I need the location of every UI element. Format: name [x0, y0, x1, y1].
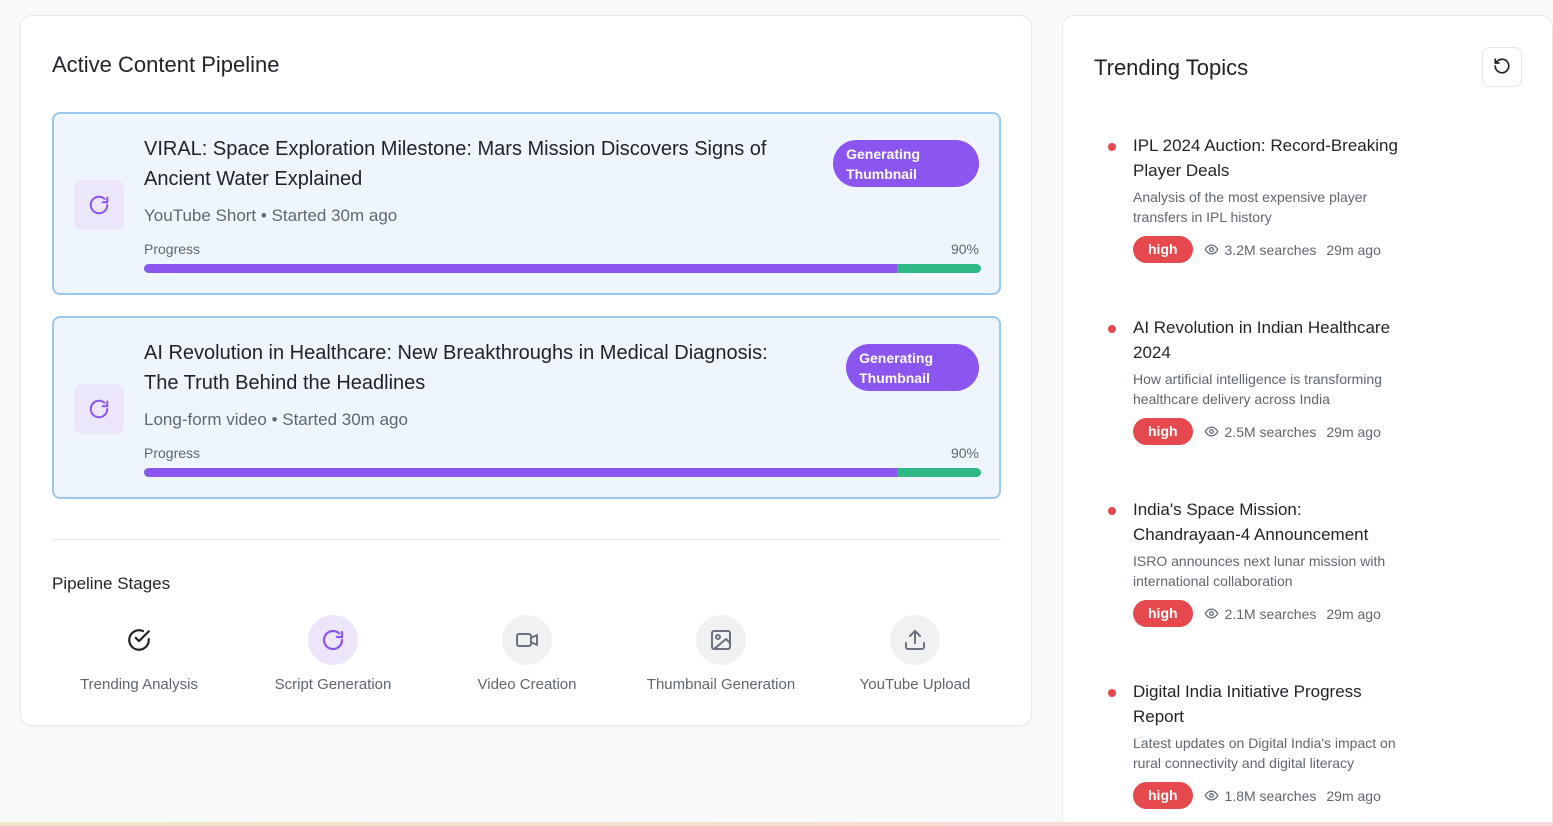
topic-time: 29m ago	[1326, 423, 1381, 440]
stage-thumbnail-generation: Thumbnail Generation	[624, 615, 818, 693]
priority-dot	[1108, 143, 1116, 151]
eye-icon	[1204, 788, 1219, 803]
refresh-icon	[1493, 57, 1511, 78]
priority-dot	[1108, 689, 1116, 697]
topic-title: Digital India Initiative Progress Report	[1133, 682, 1362, 726]
priority-badge: high	[1133, 236, 1193, 263]
stage-label: YouTube Upload	[859, 676, 971, 693]
eye-icon	[1204, 606, 1219, 621]
job-meta: YouTube Short • Started 30m ago	[144, 206, 398, 225]
topic-time: 29m ago	[1326, 605, 1381, 622]
search-count: 2.5M searches	[1224, 423, 1317, 440]
image-icon	[696, 615, 746, 665]
pipeline-job[interactable]: VIRAL: Space Exploration Milestone: Mars…	[52, 112, 1001, 295]
refresh-button[interactable]	[1482, 47, 1522, 87]
stage-youtube-upload: YouTube Upload	[818, 615, 1012, 693]
video-icon	[502, 615, 552, 665]
divider	[52, 539, 1001, 540]
progress-label: Progress	[144, 241, 201, 257]
stage-label: Trending Analysis	[80, 676, 198, 693]
stage-trending-analysis: Trending Analysis	[42, 615, 236, 693]
topic-description: Analysis of the most expensive player tr…	[1133, 189, 1368, 225]
priority-badge: high	[1133, 782, 1193, 809]
pipeline-job[interactable]: AI Revolution in Healthcare: New Breakth…	[52, 316, 1001, 499]
job-status-badge: Generating Thumbnail	[833, 140, 979, 187]
progress-percent: 90%	[950, 445, 979, 461]
bottom-strip	[0, 822, 1553, 826]
eye-icon	[1204, 242, 1219, 257]
progress-bar	[144, 264, 981, 273]
upload-icon	[890, 615, 940, 665]
progress-fill	[144, 264, 898, 273]
active-pipeline-card: Active Content Pipeline VIRAL: Space Exp…	[20, 15, 1032, 726]
job-status-badge: Generating Thumbnail	[846, 344, 979, 391]
stage-video-creation: Video Creation	[430, 615, 624, 693]
priority-dot	[1108, 325, 1116, 333]
priority-badge: high	[1133, 418, 1193, 445]
topic-title: IPL 2024 Auction: Record-Breaking Player…	[1133, 136, 1398, 180]
topic-title: AI Revolution in Indian Healthcare 2024	[1133, 318, 1391, 362]
stage-script-generation: Script Generation	[236, 615, 430, 693]
topic-title: India's Space Mission: Chandrayaan-4 Ann…	[1133, 500, 1369, 544]
stage-label: Script Generation	[274, 676, 392, 693]
priority-badge: high	[1133, 600, 1193, 627]
pipeline-title: Active Content Pipeline	[52, 52, 280, 77]
topic-description: Latest updates on Digital India's impact…	[1133, 735, 1396, 771]
check-circle-icon	[114, 615, 164, 665]
search-count: 1.8M searches	[1224, 787, 1317, 804]
stage-label: Thumbnail Generation	[646, 676, 796, 693]
loading-icon	[74, 384, 124, 434]
search-count: 3.2M searches	[1224, 241, 1317, 258]
loading-icon	[74, 180, 124, 230]
topic-time: 29m ago	[1326, 241, 1381, 258]
trending-title: Trending Topics	[1094, 55, 1249, 80]
priority-dot	[1108, 507, 1116, 515]
trending-topics-card: Trending Topics IPL 2024 Auction: Record…	[1062, 15, 1553, 826]
pipeline-stages-title: Pipeline Stages	[52, 574, 171, 593]
progress-percent: 90%	[950, 241, 979, 257]
progress-fill	[144, 468, 898, 477]
stage-label: Video Creation	[477, 676, 577, 693]
eye-icon	[1204, 424, 1219, 439]
job-title: VIRAL: Space Exploration Milestone: Mars…	[144, 138, 767, 190]
progress-bar	[144, 468, 981, 477]
progress-label: Progress	[144, 445, 201, 461]
topic-description: ISRO announces next lunar mission with i…	[1133, 553, 1386, 589]
job-meta: Long-form video • Started 30m ago	[144, 410, 408, 429]
search-count: 2.1M searches	[1224, 605, 1317, 622]
topic-time: 29m ago	[1326, 787, 1381, 804]
topic-description: How artificial intelligence is transform…	[1133, 371, 1382, 407]
job-title: AI Revolution in Healthcare: New Breakth…	[144, 342, 768, 394]
loading-icon	[308, 615, 358, 665]
